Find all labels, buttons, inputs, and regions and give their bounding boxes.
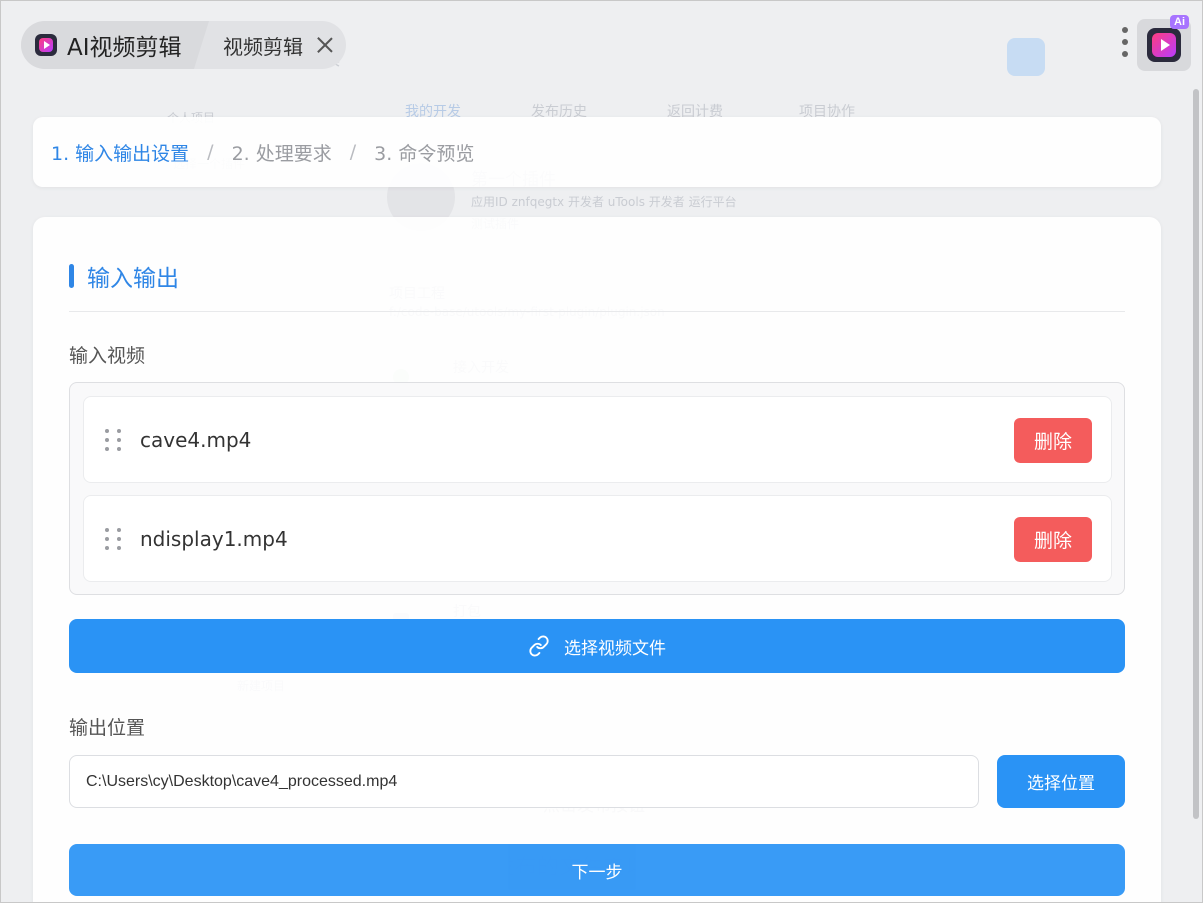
ai-badge: Ai [1170, 15, 1189, 29]
output-path-input[interactable] [69, 755, 979, 808]
step-io-settings[interactable]: 1. 输入输出设置 [51, 139, 189, 166]
step-breadcrumb: 1. 输入输出设置 / 2. 处理要求 / 3. 命令预览 [33, 117, 1161, 187]
step-processing[interactable]: 2. 处理要求 [232, 139, 332, 166]
bg-plugin-meta: 应用ID znfqegtx 开发者 uTools 开发者 运行平台 [471, 195, 737, 209]
title-bar: AI视频剪辑 视频剪辑 Ai [1, 1, 1202, 89]
file-name: cave4.mp4 [140, 427, 252, 452]
section-title: 输入输出 [87, 266, 179, 292]
section-header: 输入输出 [69, 259, 179, 293]
select-video-files-button[interactable]: 选择视频文件 [69, 619, 1125, 673]
step-separator: / [207, 141, 214, 163]
output-location-label: 输出位置 [69, 717, 146, 739]
input-file-list: cave4.mp4 删除 ndisplay1.mp4 删除 [69, 382, 1125, 595]
input-video-label: 输入视频 [69, 345, 146, 367]
select-video-files-label: 选择视频文件 [564, 638, 666, 659]
next-step-button[interactable]: 下一步 [69, 844, 1125, 896]
io-settings-card: 输入输出 输入视频 cave4.mp4 删除 ndisplay1.mp4 删除 … [33, 217, 1161, 902]
tab-video-edit[interactable]: 视频剪辑 [209, 31, 335, 60]
file-row[interactable]: ndisplay1.mp4 删除 [83, 495, 1112, 582]
step-separator: / [349, 141, 357, 163]
app-tab[interactable]: AI视频剪辑 [21, 21, 209, 69]
tab-group: AI视频剪辑 视频剪辑 [21, 21, 346, 69]
close-icon[interactable] [315, 35, 335, 55]
next-step-label: 下一步 [571, 862, 623, 883]
drag-handle-icon[interactable] [105, 527, 121, 550]
app-logo-button[interactable]: Ai [1137, 15, 1191, 71]
app-title: AI视频剪辑 [67, 35, 182, 61]
video-play-icon [1147, 28, 1181, 62]
drag-handle-icon[interactable] [105, 428, 121, 451]
select-location-button[interactable]: 选择位置 [997, 755, 1125, 808]
file-name: ndisplay1.mp4 [140, 526, 288, 551]
step-command-preview[interactable]: 3. 命令预览 [374, 139, 474, 166]
link-icon [529, 635, 549, 657]
section-divider [69, 311, 1125, 312]
delete-button[interactable]: 删除 [1014, 517, 1092, 562]
app-window: uTools 开发者工具 我的开发 发布历史 返回计费 项目协作 个人项目 选择… [0, 0, 1203, 903]
scrollbar-thumb[interactable] [1193, 89, 1199, 819]
tab-label: 视频剪辑 [223, 34, 303, 59]
file-row[interactable]: cave4.mp4 删除 [83, 396, 1112, 483]
scrollbar[interactable] [1191, 89, 1201, 901]
app-logo-icon [35, 34, 57, 56]
delete-button[interactable]: 删除 [1014, 418, 1092, 463]
section-accent-bar [69, 264, 74, 288]
more-menu-icon[interactable] [1119, 27, 1131, 63]
